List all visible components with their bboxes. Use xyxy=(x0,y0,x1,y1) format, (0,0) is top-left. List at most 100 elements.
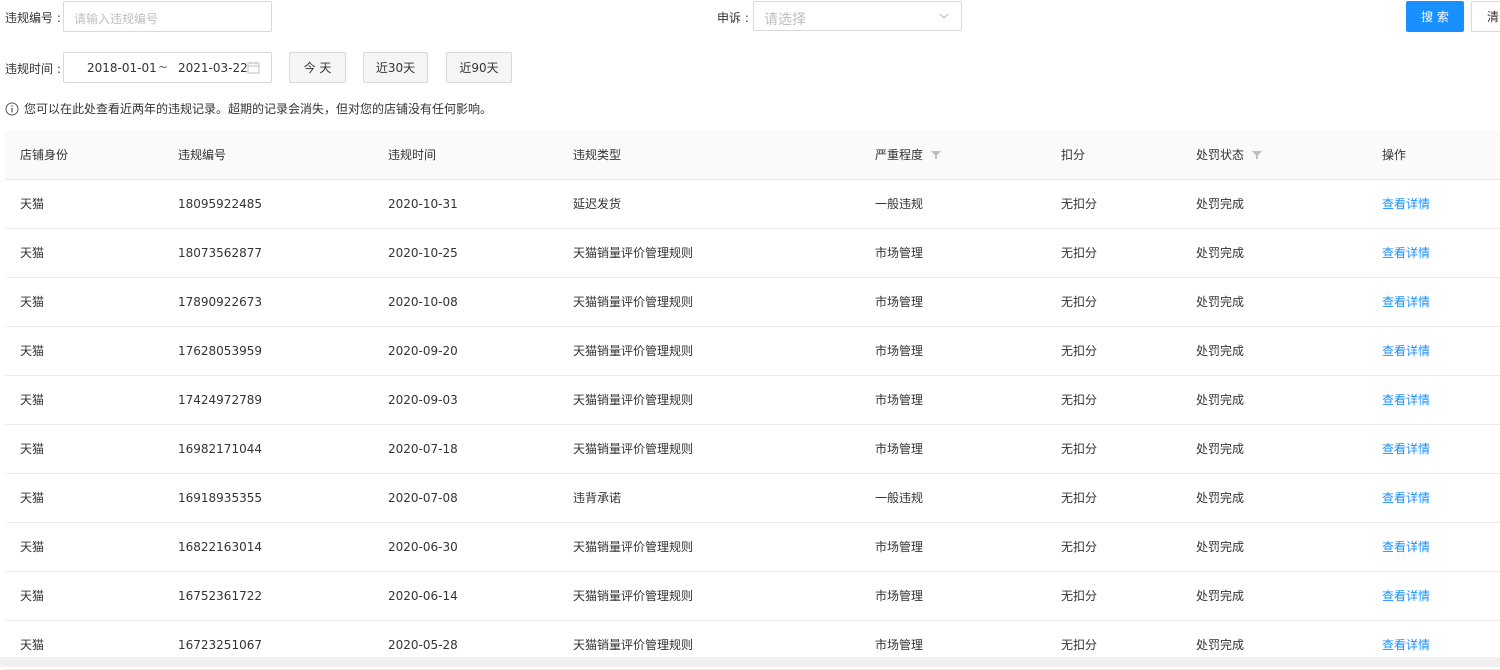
appeal-select[interactable]: 请选择 xyxy=(753,1,962,31)
cell-shop-identity: 天猫 xyxy=(20,442,45,456)
table-row: 天猫 17890922673 2020-10-08 天猫销量评价管理规则 市场管理 无扣分… xyxy=(5,278,1500,327)
cell-violation-time: 2020-07-18 xyxy=(388,442,458,456)
cell-violation-time: 2020-06-14 xyxy=(388,589,458,603)
cell-deduction: 无扣分 xyxy=(1061,295,1098,309)
cell-violation-type: 违背承诺 xyxy=(573,491,622,505)
notice: 您可以在此处查看近两年的违规记录。超期的记录会消失，但对您的店铺没有任何影响。 xyxy=(5,100,492,117)
view-details-link[interactable]: 查看详情 xyxy=(1382,229,1430,277)
appeal-placeholder: 请选择 xyxy=(764,12,806,28)
cell-violation-time: 2020-10-31 xyxy=(388,197,458,211)
view-details-link[interactable]: 查看详情 xyxy=(1382,523,1430,571)
last-90-days-button[interactable]: 近90天 xyxy=(446,52,512,83)
cell-violation-time: 2020-07-08 xyxy=(388,491,458,505)
col-shop-identity: 店铺身份 xyxy=(20,148,69,162)
col-severity[interactable]: 严重程度 xyxy=(875,131,942,180)
cell-deduction: 无扣分 xyxy=(1061,442,1098,456)
col-severity-label: 严重程度 xyxy=(875,148,924,162)
clear-button-label: 清 xyxy=(1487,10,1500,24)
view-details-link[interactable]: 查看详情 xyxy=(1382,376,1430,424)
table-row: 天猫 18073562877 2020-10-25 天猫销量评价管理规则 市场管理 无扣分… xyxy=(5,229,1500,278)
search-button[interactable]: 搜 索 xyxy=(1406,1,1464,32)
cell-penalty-status: 处罚完成 xyxy=(1196,295,1245,309)
col-penalty-status[interactable]: 处罚状态 xyxy=(1196,131,1263,180)
view-details-link[interactable]: 查看详情 xyxy=(1382,278,1430,326)
view-details-link[interactable]: 查看详情 xyxy=(1382,180,1430,228)
cell-violation-type: 延迟发货 xyxy=(573,197,622,211)
view-details-link[interactable]: 查看详情 xyxy=(1382,474,1430,522)
table-row: 天猫 17424972789 2020-09-03 天猫销量评价管理规则 市场管理 无扣分… xyxy=(5,376,1500,425)
clear-button[interactable]: 清 xyxy=(1471,1,1500,32)
cell-violation-no: 16822163014 xyxy=(178,540,262,554)
cell-shop-identity: 天猫 xyxy=(20,344,45,358)
cell-penalty-status: 处罚完成 xyxy=(1196,393,1245,407)
view-details-link[interactable]: 查看详情 xyxy=(1382,327,1430,375)
chevron-down-icon xyxy=(938,10,950,25)
cell-violation-time: 2020-09-20 xyxy=(388,344,458,358)
cell-shop-identity: 天猫 xyxy=(20,197,45,211)
cell-deduction: 无扣分 xyxy=(1061,197,1098,211)
col-penalty-status-label: 处罚状态 xyxy=(1196,148,1245,162)
date-end: 2021-03-22 xyxy=(178,61,248,75)
cell-shop-identity: 天猫 xyxy=(20,491,45,505)
cell-violation-no: 17890922673 xyxy=(178,295,262,309)
cell-severity: 市场管理 xyxy=(875,442,924,456)
cell-shop-identity: 天猫 xyxy=(20,589,45,603)
cell-severity: 市场管理 xyxy=(875,246,924,260)
col-violation-type: 违规类型 xyxy=(573,148,622,162)
cell-severity: 市场管理 xyxy=(875,344,924,358)
cell-severity: 一般违规 xyxy=(875,197,924,211)
violation-no-label: 违规编号 : xyxy=(5,11,61,25)
cell-shop-identity: 天猫 xyxy=(20,540,45,554)
date-separator: ~ xyxy=(158,60,169,74)
cell-deduction: 无扣分 xyxy=(1061,540,1098,554)
cell-penalty-status: 处罚完成 xyxy=(1196,197,1245,211)
filter-icon[interactable] xyxy=(1252,132,1263,180)
cell-violation-no: 17628053959 xyxy=(178,344,262,358)
col-violation-no: 违规编号 xyxy=(178,148,227,162)
cell-violation-type: 天猫销量评价管理规则 xyxy=(573,393,694,407)
violation-table: 店铺身份 违规编号 违规时间 违规类型 严重程度 扣分 处罚状态 操作 天猫 18… xyxy=(5,131,1500,670)
cell-shop-identity: 天猫 xyxy=(20,393,45,407)
cell-violation-time: 2020-09-03 xyxy=(388,393,458,407)
date-range-picker[interactable]: 2018-01-01 ~ 2021-03-22 xyxy=(63,52,272,83)
table-row: 天猫 16752361722 2020-06-14 天猫销量评价管理规则 市场管理 无扣分… xyxy=(5,572,1500,621)
violation-time-label: 违规时间 : xyxy=(5,62,61,76)
cell-violation-time: 2020-10-08 xyxy=(388,295,458,309)
cell-deduction: 无扣分 xyxy=(1061,491,1098,505)
view-details-link[interactable]: 查看详情 xyxy=(1382,425,1430,473)
cell-deduction: 无扣分 xyxy=(1061,589,1098,603)
notice-text: 您可以在此处查看近两年的违规记录。超期的记录会消失，但对您的店铺没有任何影响。 xyxy=(24,102,493,116)
table-row: 天猫 18095922485 2020-10-31 延迟发货 一般违规 无扣分 处罚完成 查看… xyxy=(5,180,1500,229)
cell-penalty-status: 处罚完成 xyxy=(1196,442,1245,456)
table-row: 天猫 16982171044 2020-07-18 天猫销量评价管理规则 市场管理 无扣分… xyxy=(5,425,1500,474)
violation-no-input[interactable]: 请输入违规编号 xyxy=(63,1,272,32)
cell-deduction: 无扣分 xyxy=(1061,393,1098,407)
last-30-days-button[interactable]: 近30天 xyxy=(363,52,428,83)
cell-penalty-status: 处罚完成 xyxy=(1196,246,1245,260)
cell-penalty-status: 处罚完成 xyxy=(1196,540,1245,554)
col-violation-time: 违规时间 xyxy=(388,148,437,162)
cell-shop-identity: 天猫 xyxy=(20,295,45,309)
cell-violation-type: 天猫销量评价管理规则 xyxy=(573,540,694,554)
cell-severity: 一般违规 xyxy=(875,491,924,505)
cell-violation-time: 2020-06-30 xyxy=(388,540,458,554)
cell-violation-no: 16918935355 xyxy=(178,491,262,505)
col-actions: 操作 xyxy=(1382,148,1407,162)
calendar-icon xyxy=(247,61,260,77)
table-row: 天猫 17628053959 2020-09-20 天猫销量评价管理规则 市场管理 无扣分… xyxy=(5,327,1500,376)
violation-no-placeholder: 请输入违规编号 xyxy=(74,12,159,26)
cell-violation-no: 17424972789 xyxy=(178,393,262,407)
cell-severity: 市场管理 xyxy=(875,295,924,309)
cell-penalty-status: 处罚完成 xyxy=(1196,344,1245,358)
date-start: 2018-01-01 xyxy=(87,61,157,75)
cell-violation-no: 18073562877 xyxy=(178,246,262,260)
cell-severity: 市场管理 xyxy=(875,393,924,407)
info-circle-icon xyxy=(5,102,19,116)
cell-violation-type: 天猫销量评价管理规则 xyxy=(573,246,694,260)
view-details-link[interactable]: 查看详情 xyxy=(1382,572,1430,620)
horizontal-scrollbar[interactable] xyxy=(0,657,1500,667)
table-header: 店铺身份 违规编号 违规时间 违规类型 严重程度 扣分 处罚状态 操作 xyxy=(5,131,1500,180)
today-button[interactable]: 今 天 xyxy=(289,52,346,83)
cell-deduction: 无扣分 xyxy=(1061,246,1098,260)
filter-icon[interactable] xyxy=(931,132,942,180)
